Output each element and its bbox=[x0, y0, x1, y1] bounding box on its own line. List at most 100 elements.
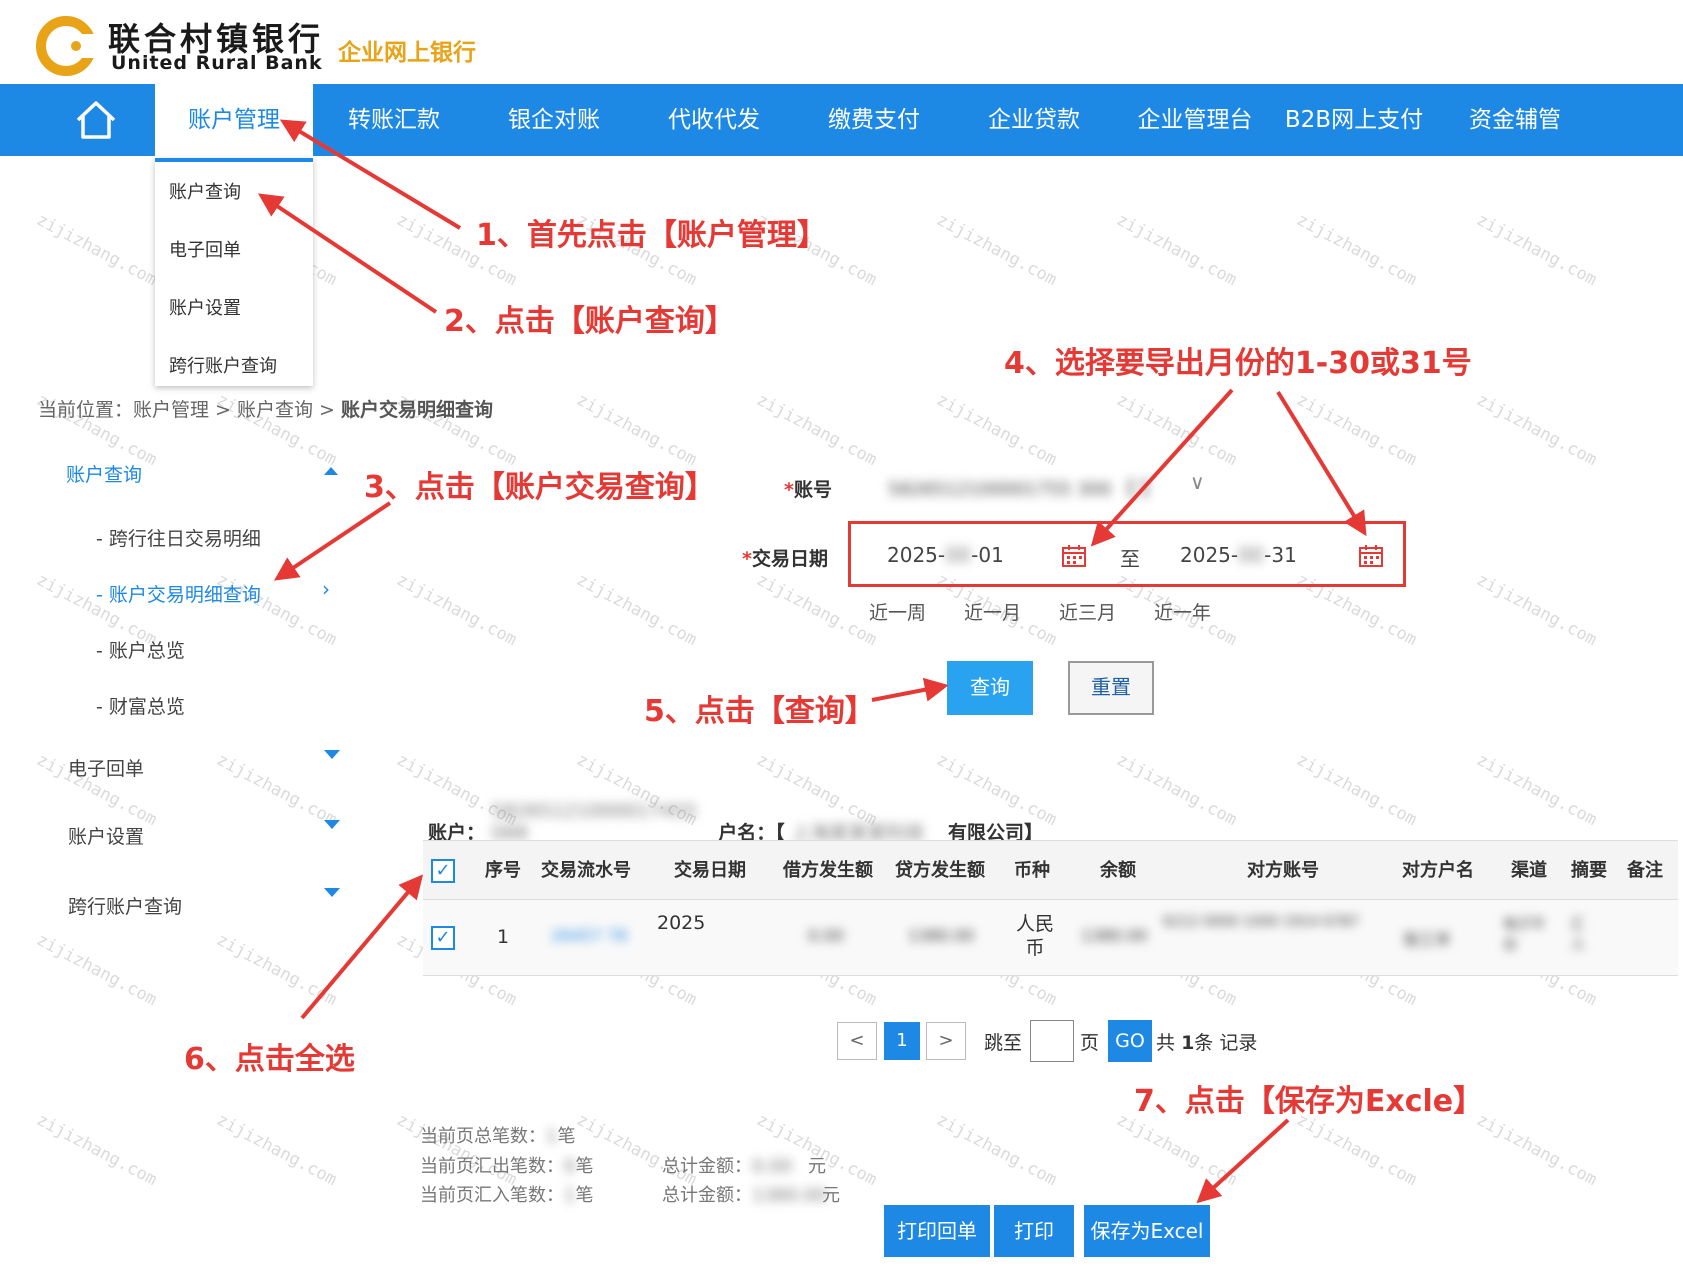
chevron-up-icon[interactable] bbox=[324, 467, 338, 475]
dropdown-item-account-query[interactable]: 账户查询 bbox=[169, 178, 241, 204]
jump-label: 跳至 bbox=[984, 1032, 1023, 1054]
annotation-step6: 6、点击全选 bbox=[184, 1042, 355, 1077]
table-header: ✓ 序号 交易流水号 交易日期 借方发生额 贷方发生额 币种 余额 对方账号 对… bbox=[423, 840, 1678, 900]
annotation-step4: 4、选择要导出月份的1-30或31号 bbox=[1004, 346, 1472, 381]
page-header: 联合村镇银行 United Rural Bank 企业网上银行 bbox=[0, 0, 1683, 84]
watermark-text: zijizhang.com bbox=[753, 389, 880, 471]
quick-range-week[interactable]: 近一周 bbox=[869, 598, 926, 625]
dropdown-item-interbank-query[interactable]: 跨行账户查询 bbox=[169, 352, 277, 378]
quick-range-month[interactable]: 近一月 bbox=[964, 598, 1021, 625]
result-account-line: 账户： 58265121000017455 088 户名：【 上海某某某科技 有… bbox=[428, 800, 1043, 845]
watermark-text: zijizhang.com bbox=[1113, 1109, 1240, 1191]
watermark-text: zijizhang.com bbox=[213, 1109, 340, 1191]
watermark-text: zijizhang.com bbox=[33, 209, 160, 291]
cell-counter-name: 张三丰 bbox=[1403, 930, 1452, 949]
quick-range-year[interactable]: 近一年 bbox=[1154, 598, 1211, 625]
account-label: *账号 bbox=[784, 479, 832, 501]
dropdown-item-e-receipt[interactable]: 电子回单 bbox=[169, 236, 241, 262]
summary-out-amount: 总计金额：0.00 元 bbox=[662, 1156, 826, 1177]
page-1-button[interactable]: 1 bbox=[884, 1022, 920, 1060]
chevron-down-icon[interactable]: ∨ bbox=[1190, 470, 1205, 494]
date-separator: 至 bbox=[1120, 547, 1140, 571]
summary-in-amount: 总计金额：1380.00元 bbox=[662, 1185, 840, 1206]
sidebar-group-account-query[interactable]: 账户查询 bbox=[66, 460, 142, 487]
nav-b2b[interactable]: B2B网上支付 bbox=[1280, 84, 1428, 156]
col-debit: 借方发生额 bbox=[783, 860, 873, 881]
sidebar-group-interbank-query[interactable]: 跨行账户查询 bbox=[68, 892, 182, 919]
nav-reconciliation[interactable]: 银企对账 bbox=[494, 84, 614, 156]
query-button[interactable]: 查询 bbox=[947, 661, 1033, 715]
date-start-input[interactable]: 2025-00-01 bbox=[887, 543, 1004, 567]
reset-button[interactable]: 重置 bbox=[1068, 661, 1154, 715]
sidebar-item-transaction-detail[interactable]: - 账户交易明细查询 bbox=[96, 580, 261, 607]
nav-transfer[interactable]: 转账汇款 bbox=[334, 84, 454, 156]
watermark-text: zijizhang.com bbox=[1473, 209, 1600, 291]
watermark-text: zijizhang.com bbox=[33, 1109, 160, 1191]
watermark-text: zijizhang.com bbox=[933, 389, 1060, 471]
brand-name-en: United Rural Bank bbox=[111, 52, 323, 74]
watermark-text: zijizhang.com bbox=[1293, 209, 1420, 291]
cell-date: 2025 bbox=[657, 912, 706, 934]
nav-fund[interactable]: 资金辅管 bbox=[1455, 84, 1575, 156]
col-credit: 贷方发生额 bbox=[895, 860, 985, 881]
nav-account-management[interactable]: 账户管理 bbox=[155, 84, 313, 156]
main-nav: 账户管理 转账汇款 银企对账 代收代发 缴费支付 企业贷款 企业管理台 B2B网… bbox=[0, 84, 1683, 156]
dropdown-item-account-settings[interactable]: 账户设置 bbox=[169, 294, 241, 320]
cell-currency: 人民币 bbox=[1015, 913, 1054, 959]
summary-page-total: 当前页总笔数：1笔 bbox=[420, 1126, 576, 1147]
breadcrumb-path[interactable]: 账户管理 > 账户查询 > bbox=[133, 399, 341, 421]
calendar-icon[interactable] bbox=[1062, 545, 1086, 567]
col-index: 序号 bbox=[485, 860, 521, 881]
sidebar-item-account-overview[interactable]: - 账户总览 bbox=[96, 636, 185, 663]
date-end-input[interactable]: 2025-00-31 bbox=[1180, 543, 1297, 567]
watermark-text: zijizhang.com bbox=[1473, 569, 1600, 651]
watermark-text: zijizhang.com bbox=[393, 569, 520, 651]
home-icon[interactable] bbox=[74, 98, 118, 142]
watermark-text: zijizhang.com bbox=[1113, 209, 1240, 291]
prev-page-button[interactable]: < bbox=[837, 1022, 877, 1060]
quick-range-quarter[interactable]: 近三月 bbox=[1059, 598, 1116, 625]
go-button[interactable]: GO bbox=[1108, 1020, 1152, 1062]
nav-bill-pay[interactable]: 缴费支付 bbox=[814, 84, 934, 156]
select-all-checkbox[interactable]: ✓ bbox=[431, 859, 455, 883]
calendar-icon[interactable] bbox=[1359, 545, 1383, 567]
chevron-down-icon[interactable] bbox=[324, 888, 340, 897]
result-account-value: 58265121000017455 088 bbox=[491, 800, 698, 844]
watermark-text: zijizhang.com bbox=[1473, 1109, 1600, 1191]
col-serial: 交易流水号 bbox=[541, 860, 631, 881]
cell-summary: 汇入 bbox=[1571, 917, 1585, 953]
sidebar-item-wealth-overview[interactable]: - 财富总览 bbox=[96, 692, 185, 719]
total-records: 共 1条 记录 bbox=[1156, 1032, 1258, 1054]
account-dropdown-menu: 账户查询 电子回单 账户设置 跨行账户查询 bbox=[155, 158, 313, 386]
print-receipt-button[interactable]: 打印回单 bbox=[884, 1205, 990, 1257]
breadcrumb: 当前位置：账户管理 > 账户查询 > 账户交易明细查询 bbox=[38, 395, 493, 422]
sidebar-item-interbank-history[interactable]: - 跨行往日交易明细 bbox=[96, 524, 261, 551]
watermark-text: zijizhang.com bbox=[573, 389, 700, 471]
page-label: 页 bbox=[1080, 1032, 1100, 1054]
table-row[interactable]: ✓ 1 26457 78 2025 0.00 1380.00 人民币 1380.… bbox=[423, 900, 1678, 976]
watermark-text: zijizhang.com bbox=[1293, 389, 1420, 471]
chevron-right-icon: › bbox=[322, 577, 330, 601]
page-jump-input[interactable] bbox=[1030, 1020, 1074, 1062]
chevron-down-icon[interactable] bbox=[324, 820, 340, 829]
cell-balance: 1380.00 bbox=[1081, 926, 1148, 945]
save-excel-button[interactable]: 保存为Excel bbox=[1084, 1205, 1210, 1257]
watermark-text: zijizhang.com bbox=[573, 1109, 700, 1191]
watermark-text: zijizhang.com bbox=[1113, 389, 1240, 471]
breadcrumb-current: 账户交易明细查询 bbox=[341, 399, 494, 421]
date-label: *交易日期 bbox=[742, 548, 828, 570]
sidebar-group-account-settings[interactable]: 账户设置 bbox=[68, 822, 144, 849]
row-checkbox[interactable]: ✓ bbox=[431, 926, 455, 950]
next-page-button[interactable]: > bbox=[926, 1022, 966, 1060]
print-button[interactable]: 打印 bbox=[994, 1205, 1074, 1257]
sidebar-group-e-receipt[interactable]: 电子回单 bbox=[68, 754, 144, 781]
watermark-text: zijizhang.com bbox=[1293, 749, 1420, 831]
nav-loan[interactable]: 企业贷款 bbox=[974, 84, 1094, 156]
cell-serial[interactable]: 26457 78 bbox=[551, 926, 627, 945]
chevron-down-icon[interactable] bbox=[324, 750, 340, 759]
nav-admin[interactable]: 企业管理台 bbox=[1130, 84, 1260, 156]
account-select[interactable]: 5826512100001755 300 【 】 bbox=[888, 475, 1159, 501]
summary-out-count: 当前页汇出笔数：0笔 bbox=[420, 1156, 594, 1177]
nav-collect-pay[interactable]: 代收代发 bbox=[654, 84, 774, 156]
arrow-step3 bbox=[274, 501, 392, 581]
